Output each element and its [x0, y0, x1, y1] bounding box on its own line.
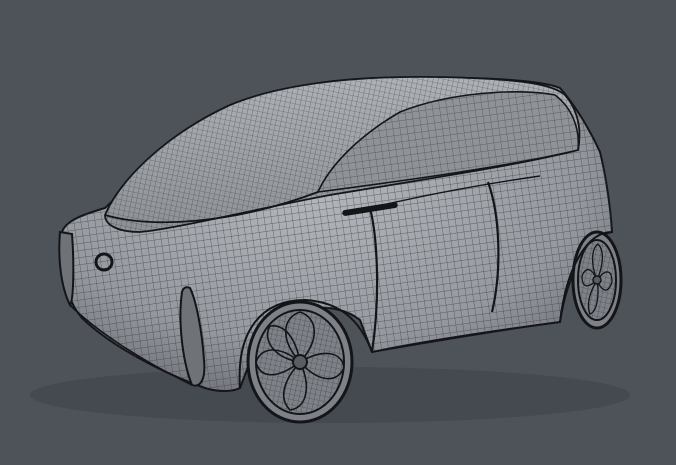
tail-light-left: [58, 230, 75, 307]
front-wheel: [571, 230, 623, 330]
rear-wheel: [246, 300, 354, 424]
car-render: [30, 75, 630, 424]
viewport: [0, 0, 676, 465]
